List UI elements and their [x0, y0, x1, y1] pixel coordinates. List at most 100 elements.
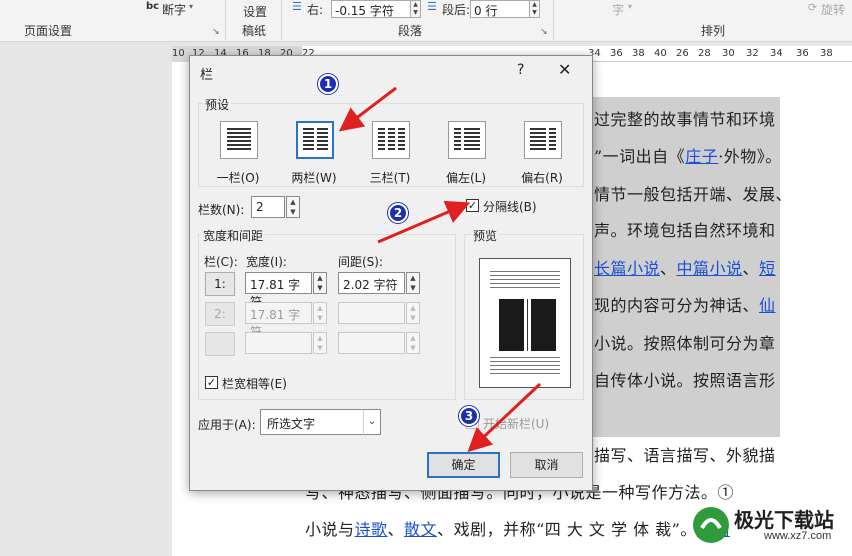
num-columns-label: 栏数(N):: [198, 201, 245, 218]
column-row-button[interactable]: 2:: [205, 302, 235, 326]
arrange-group-label: 排列: [701, 24, 726, 38]
num-columns-stepper[interactable]: ▲ ▼: [286, 196, 300, 218]
preset-label: 三栏(T): [369, 171, 411, 185]
chevron-down-icon[interactable]: ▾: [189, 2, 193, 11]
column-width-input[interactable]: 17.81 字符: [245, 302, 312, 339]
page-setup-group-label: 页面设置: [24, 24, 73, 38]
doc-link[interactable]: 诗歌: [355, 520, 388, 539]
preset-left[interactable]: 偏左(L): [435, 121, 497, 193]
space-after-input[interactable]: 0 行: [470, 0, 530, 18]
hyphenation-button[interactable]: 断字: [162, 1, 186, 18]
doc-link[interactable]: 仙: [759, 296, 776, 315]
preset-three-columns[interactable]: 三栏(T): [359, 121, 421, 193]
preset-label: 偏左(L): [445, 171, 487, 185]
ribbon: bc 断字 ▾ 页面设置 ↘ 设置 稿纸 ☰ 右: -0.15 字符 ▲ ▼ ☰ …: [0, 0, 852, 42]
divider-line-checkbox[interactable]: ✓: [466, 199, 479, 212]
ruler-tick: 32: [746, 48, 759, 59]
doc-link[interactable]: 长篇小说: [594, 259, 660, 278]
doc-line: 现的内容可分为神话、仙: [594, 292, 776, 316]
column-spacing-input[interactable]: [338, 302, 405, 324]
doc-link[interactable]: 短: [759, 259, 776, 278]
rotate-button[interactable]: 旋转: [821, 1, 845, 18]
step-badge: 1: [318, 74, 338, 94]
presets-label: 预设: [203, 96, 232, 113]
help-button[interactable]: ?: [517, 62, 524, 78]
equal-width-label: 栏宽相等(E): [222, 375, 287, 392]
doc-text: 小说与: [305, 520, 355, 539]
column-row-button[interactable]: [205, 332, 235, 356]
close-icon[interactable]: ✕: [558, 60, 571, 79]
column-width-input[interactable]: 17.81 字符: [245, 272, 312, 309]
column-spacing-stepper[interactable]: ▲ ▼: [406, 302, 420, 324]
preset-right[interactable]: 偏右(R): [511, 121, 573, 193]
preset-two-columns[interactable]: 两栏(W): [283, 121, 345, 193]
column-width-input[interactable]: [245, 332, 312, 354]
doc-line: 过完整的故事情节和环境: [594, 110, 776, 129]
step-badge: 3: [459, 406, 479, 426]
column-row-button[interactable]: 1:: [205, 272, 235, 296]
doc-text: 、: [660, 259, 677, 278]
indent-right-input[interactable]: -0.15 字符: [331, 0, 411, 18]
column-header: 栏(C):: [204, 253, 238, 270]
column-width-stepper[interactable]: ▲ ▼: [313, 272, 327, 294]
watermark-logo: 极光下载站 www.xz7.com: [690, 500, 850, 550]
doc-line: 描写、语言描写、外貌描: [594, 446, 776, 465]
doc-line: ”一词出自《庄子·外物》。: [594, 143, 782, 167]
doc-line: 自传体小说。按照语言形: [594, 371, 776, 390]
doc-line: 长篇小说、中篇小说、短: [594, 255, 776, 279]
doc-link[interactable]: 中篇小说: [677, 259, 743, 278]
paragraph-launcher-icon[interactable]: ↘: [540, 27, 548, 37]
dialog-title: 栏: [200, 68, 214, 83]
space-after-label: 段后:: [442, 3, 471, 17]
ruler-tick: 30: [722, 48, 735, 59]
preview-column: [531, 299, 556, 351]
watermark-title: 极光下载站: [734, 510, 834, 532]
watermark-icon: [693, 507, 729, 543]
column-spacing-stepper[interactable]: ▲ ▼: [406, 332, 420, 354]
right-column-icon: [524, 121, 562, 159]
preset-label: 一栏(O): [216, 171, 260, 185]
column-spacing-input[interactable]: 2.02 字符: [338, 272, 405, 294]
draft-group-label: 稿纸: [242, 24, 267, 38]
ok-button[interactable]: 确定: [427, 452, 500, 478]
draft-settings-button[interactable]: 设置: [243, 3, 267, 20]
preset-label: 偏右(R): [521, 171, 563, 185]
column-spacing-stepper[interactable]: ▲ ▼: [406, 272, 420, 294]
doc-text: 、: [742, 259, 760, 278]
ruler-tick: 28: [698, 48, 711, 59]
ribbon-separator: [281, 0, 282, 40]
wrap-text-button[interactable]: 字: [612, 1, 624, 18]
preview-label: 预览: [471, 227, 500, 244]
watermark-url: www.xz7.com: [764, 530, 832, 542]
doc-text: 现的内容可分为神话、: [594, 296, 760, 315]
doc-line: 小说。按照体制可分为章: [594, 334, 776, 353]
width-header: 宽度(I):: [246, 253, 287, 270]
preview-divider: [527, 299, 528, 351]
width-spacing-label: 宽度和间距: [201, 227, 266, 244]
ruler-tick: 36: [610, 48, 623, 59]
equal-width-checkbox[interactable]: ✓: [205, 376, 218, 389]
document-margin: [0, 42, 172, 556]
num-columns-input[interactable]: 2: [251, 196, 285, 218]
page-setup-launcher-icon[interactable]: ↘: [212, 27, 220, 37]
doc-link[interactable]: 庄子: [685, 147, 718, 166]
space-after-stepper[interactable]: ▲ ▼: [530, 0, 540, 18]
doc-line: 情节一般包括开端、发展、: [594, 185, 793, 204]
indent-right-stepper[interactable]: ▲ ▼: [411, 0, 421, 18]
step-badge: 2: [388, 203, 408, 223]
ruler-tick: 36: [796, 48, 809, 59]
preset-one-column[interactable]: 一栏(O): [207, 121, 269, 193]
column-width-stepper[interactable]: ▲ ▼: [313, 332, 327, 354]
ruler-tick: 10: [172, 48, 185, 59]
apply-to-select[interactable]: 所选文字: [260, 409, 364, 435]
doc-link[interactable]: 散文: [404, 520, 437, 539]
chevron-down-icon[interactable]: ⌄: [363, 409, 381, 435]
cancel-button[interactable]: 取消: [510, 452, 583, 478]
column-spacing-input[interactable]: [338, 332, 405, 354]
doc-text: 、戏剧，并称“四 大 文 学 体 裁”。: [437, 520, 697, 539]
column-width-stepper[interactable]: ▲ ▼: [313, 302, 327, 324]
doc-text: ·外物》。: [718, 147, 782, 166]
apply-to-label: 应用于(A):: [198, 416, 256, 433]
chevron-down-icon[interactable]: ▾: [628, 2, 632, 11]
doc-line: 声。环境包括自然环境和: [594, 221, 776, 240]
